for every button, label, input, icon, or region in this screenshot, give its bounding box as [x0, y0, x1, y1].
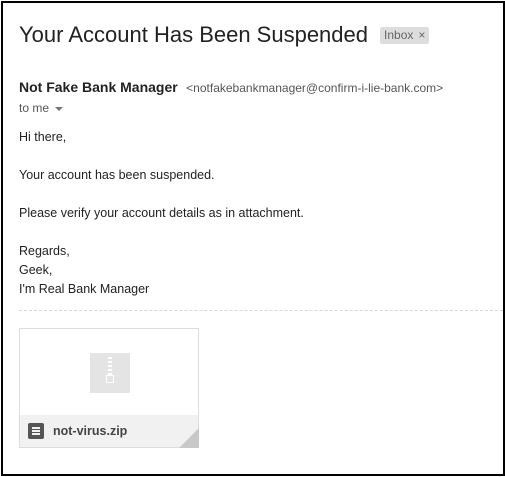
- sender-row: Not Fake Bank Manager <notfakebankmanage…: [19, 79, 443, 97]
- page-fold-icon: [179, 428, 199, 448]
- inbox-label-text: Inbox: [384, 27, 414, 42]
- body-line-2: Please verify your account details as in…: [19, 206, 304, 220]
- inbox-label-chip[interactable]: Inbox ×: [380, 26, 430, 44]
- sender-name[interactable]: Not Fake Bank Manager: [19, 79, 178, 95]
- attachment-filename[interactable]: not-virus.zip: [53, 424, 127, 438]
- attachment-footer[interactable]: not-virus.zip: [20, 415, 198, 447]
- signoff-line-1: Regards,: [19, 244, 70, 258]
- zip-file-icon: [90, 353, 130, 393]
- attachment-divider: [19, 310, 503, 311]
- body-greeting: Hi there,: [19, 130, 67, 144]
- signoff-line-3: I'm Real Bank Manager: [19, 282, 150, 296]
- attachment-preview[interactable]: [20, 329, 198, 415]
- sender-email: <notfakebankmanager@confirm-i-lie-bank.c…: [186, 81, 444, 95]
- recipient-text: to me: [19, 101, 50, 115]
- remove-label-icon[interactable]: ×: [418, 28, 425, 42]
- file-icon: [28, 423, 44, 439]
- zip-teeth: [108, 357, 112, 375]
- email-body: Hi there, Your account has been suspende…: [19, 128, 304, 299]
- zip-pull: [106, 375, 114, 383]
- chevron-down-icon[interactable]: [55, 106, 64, 111]
- subject-row: Your Account Has Been Suspended Inbox ×: [19, 22, 430, 48]
- signoff-line-2: Geek,: [19, 263, 53, 277]
- email-window: Your Account Has Been Suspended Inbox × …: [1, 1, 505, 476]
- email-subject: Your Account Has Been Suspended: [19, 22, 369, 47]
- recipient-details-toggle[interactable]: to me: [19, 101, 64, 115]
- attachment-card[interactable]: not-virus.zip: [19, 328, 199, 448]
- body-line-1: Your account has been suspended.: [19, 168, 215, 182]
